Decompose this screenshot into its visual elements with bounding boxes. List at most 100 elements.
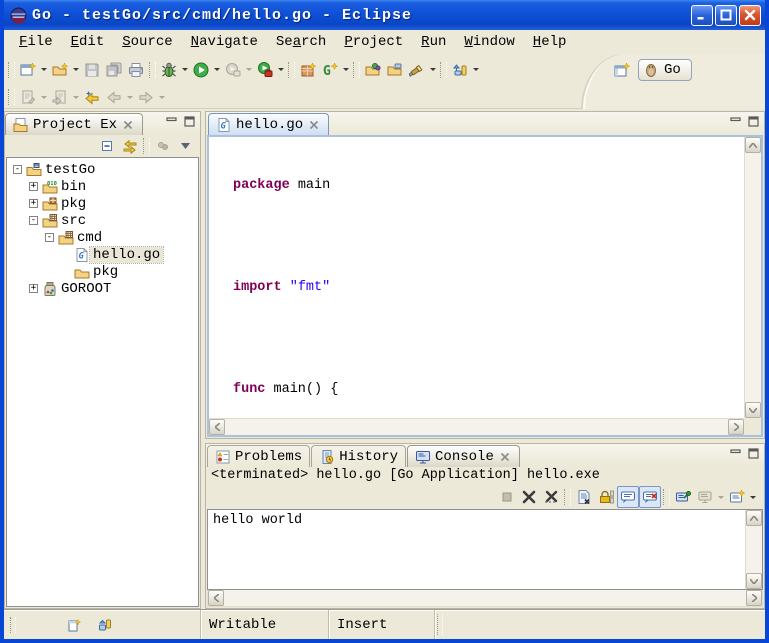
open-perspective-button[interactable] [611,59,633,81]
scroll-down-button[interactable] [746,573,762,589]
console-horizontal-scrollbar[interactable] [207,590,763,607]
back-to-last-edit-button[interactable] [81,86,103,108]
toolbar-grip[interactable] [149,62,156,78]
close-tab-icon[interactable] [307,118,321,132]
new-package-button[interactable] [297,59,319,81]
new-wizard-dropdown[interactable] [41,68,47,71]
tree-item-pkg-src[interactable]: pkg [7,263,198,280]
tab-project-explorer[interactable]: Project Ex [5,113,143,135]
minimize-view-icon[interactable] [166,116,178,127]
menu-file[interactable]: File [10,32,62,52]
menu-project[interactable]: Project [335,32,412,52]
new-wizard-button[interactable] [17,59,39,81]
scroll-down-button[interactable] [745,402,761,418]
maximize-view-icon[interactable] [748,448,760,459]
minimize-view-icon[interactable] [730,448,742,459]
new-go-element-dropdown[interactable] [73,68,79,71]
tree-item-cmd[interactable]: - cmd [7,229,198,246]
menu-source[interactable]: Source [113,32,181,52]
save-button[interactable] [81,59,103,81]
expander-icon[interactable]: + [29,182,38,191]
save-all-button[interactable] [103,59,125,81]
scroll-left-button[interactable] [209,419,225,435]
tree-item-hello-go[interactable]: G hello.go [7,246,198,263]
tab-problems[interactable]: Problems [207,445,310,467]
trim-stack-button[interactable] [94,614,116,636]
clear-console-button[interactable] [573,486,595,508]
expander-icon[interactable]: - [13,165,22,174]
trim-grip[interactable] [10,617,16,633]
tree-item-goroot[interactable]: + GOROOT [7,280,198,297]
scroll-right-button[interactable] [746,590,762,606]
titlebar[interactable]: Go - testGo/src/cmd/hello.go - Eclipse [4,0,765,30]
editor-horizontal-scrollbar[interactable] [209,418,744,435]
tab-hello-go[interactable]: G hello.go [208,113,329,135]
last-edit-doc-dropdown[interactable] [41,96,47,99]
open-console-dropdown[interactable] [750,496,756,499]
external-tools-button[interactable] [254,59,276,81]
tree-item-src[interactable]: - src [7,212,198,229]
annotation-navigation-dropdown[interactable] [473,68,479,71]
focus-task-button[interactable] [152,135,174,157]
editor-vertical-scrollbar[interactable] [744,137,761,418]
minimize-editor-icon[interactable] [730,116,742,127]
goto-last-edit-button[interactable] [49,86,71,108]
debug-dropdown[interactable] [182,68,188,71]
back-button[interactable] [103,86,125,108]
scroll-up-button[interactable] [745,137,761,153]
console-output[interactable]: hello world [207,509,763,590]
toolbar-grip[interactable] [353,62,360,78]
link-with-editor-button[interactable] [119,135,141,157]
scroll-left-button[interactable] [208,590,224,606]
remove-all-terminated-button[interactable] [540,486,562,508]
toolbar-grip[interactable] [8,89,15,105]
view-menu-button[interactable] [174,135,196,157]
menu-help[interactable]: Help [524,32,576,52]
go-perspective-button[interactable]: Go [638,59,692,81]
print-button[interactable] [125,59,147,81]
tab-history[interactable]: History [311,445,406,467]
terminate-button[interactable] [496,486,518,508]
new-go-app-dropdown[interactable] [343,68,349,71]
maximize-view-icon[interactable] [184,116,196,127]
expander-icon[interactable]: + [29,199,38,208]
annotation-navigation-button[interactable] [449,59,471,81]
debug-button[interactable] [158,59,180,81]
toolbar-grip[interactable] [143,138,150,154]
menu-run[interactable]: Run [412,32,455,52]
toolbar-grip[interactable] [288,62,295,78]
toolbar-grip[interactable] [564,489,571,505]
scroll-right-button[interactable] [728,419,744,435]
code-editor[interactable]: package main import "fmt" func main() { … [207,135,763,437]
toolbar-grip[interactable] [663,489,670,505]
status-grip[interactable] [437,614,443,635]
back-dropdown[interactable] [127,96,133,99]
open-type-button[interactable] [362,59,384,81]
maximize-editor-icon[interactable] [748,116,760,127]
menu-navigate[interactable]: Navigate [182,32,267,52]
forward-button[interactable] [135,86,157,108]
close-view-icon[interactable] [121,118,135,132]
close-button[interactable] [739,5,761,26]
expander-icon[interactable]: - [45,233,54,242]
goto-last-edit-dropdown[interactable] [73,96,79,99]
show-on-stderr-button[interactable] [639,486,661,508]
tree-item-testgo[interactable]: - testGo [7,161,198,178]
run-button[interactable] [190,59,212,81]
menu-edit[interactable]: Edit [62,32,114,52]
display-selected-console-button[interactable] [694,486,716,508]
menu-window[interactable]: Window [455,32,523,52]
console-vertical-scrollbar[interactable] [745,510,762,589]
display-console-dropdown[interactable] [718,496,724,499]
forward-dropdown[interactable] [159,96,165,99]
toolbar-grip[interactable] [440,62,447,78]
external-tools-dropdown[interactable] [278,68,284,71]
scroll-up-button[interactable] [746,510,762,526]
menu-search[interactable]: Search [267,32,335,52]
profile-button[interactable] [222,59,244,81]
show-on-stdout-button[interactable] [617,486,639,508]
new-go-element-button[interactable] [49,59,71,81]
expander-icon[interactable]: + [29,284,38,293]
new-go-app-button[interactable]: G [319,59,341,81]
search-button[interactable] [406,59,428,81]
